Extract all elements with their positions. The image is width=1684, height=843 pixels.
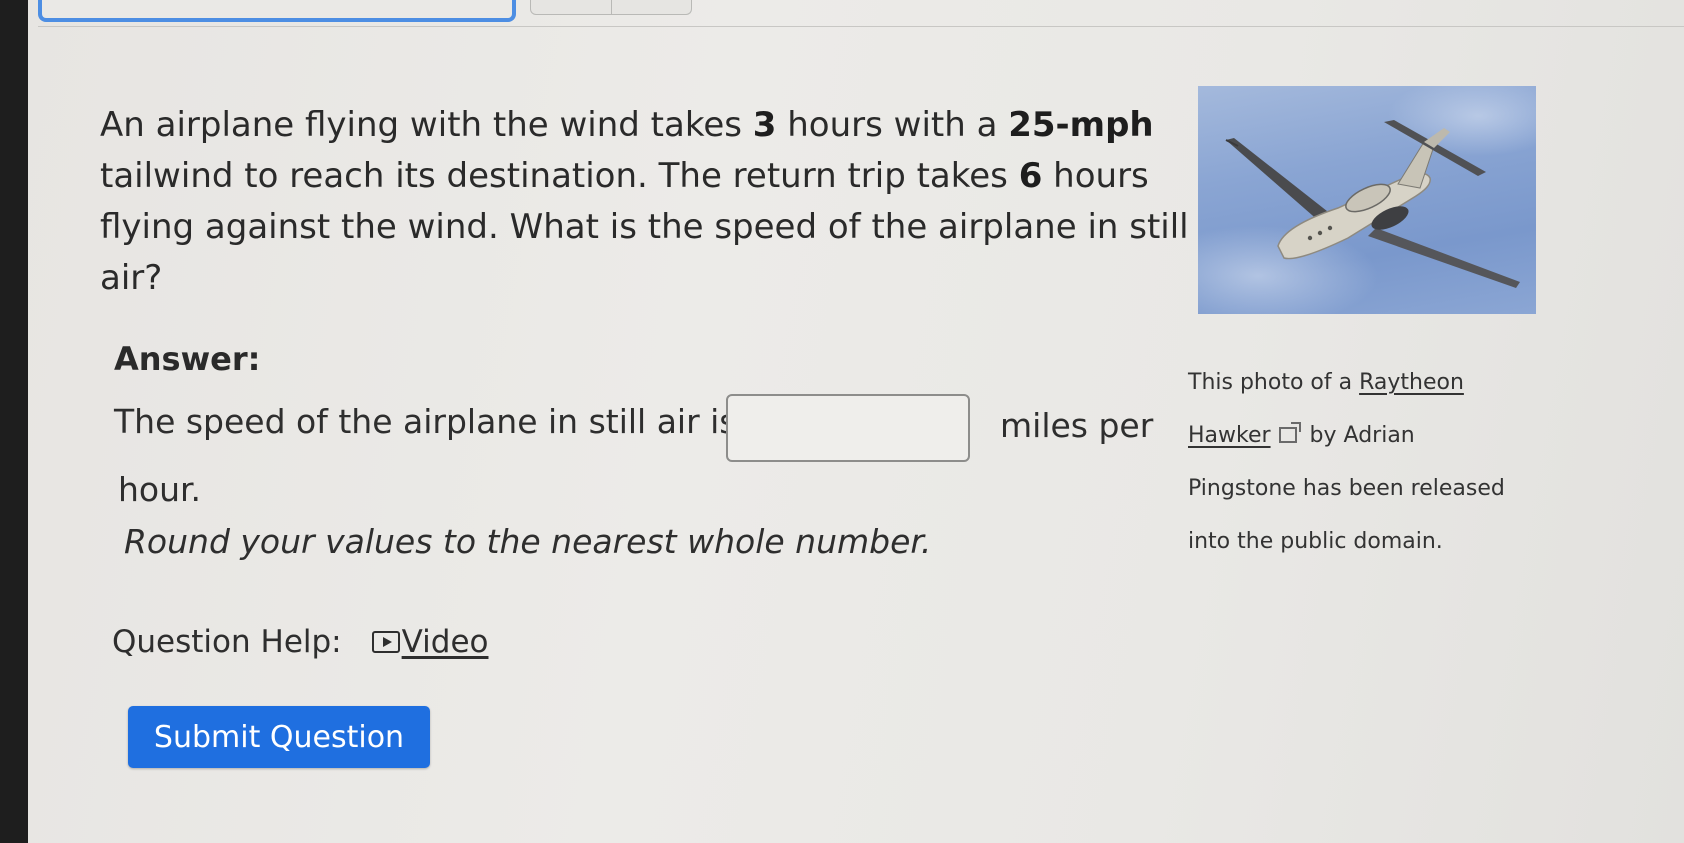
photo-credit: This photo of a Raytheon Hawker by Adria… [1188, 356, 1528, 568]
question-hours-with-wind: 3 [752, 105, 777, 145]
external-link-icon[interactable] [1278, 422, 1301, 443]
question-text-part: An airplane flying with the wind takes [100, 105, 753, 145]
submit-question-button[interactable]: Submit Question [128, 706, 430, 768]
video-help-link[interactable]: Video [371, 624, 489, 660]
rounding-note: Round your values to the nearest whole n… [124, 522, 932, 561]
speed-answer-input[interactable] [726, 394, 970, 462]
credit-line-2: Hawker by Adrian [1188, 409, 1528, 462]
answer-suffix-hour: hour. [118, 470, 202, 509]
question-text: An airplane flying with the wind takes 3… [100, 100, 1190, 304]
credit-prefix: This photo of a [1188, 370, 1360, 395]
question-tabbar [28, 0, 1684, 34]
question-wind-speed: 25-mph [1008, 105, 1154, 145]
credit-line-3: Pingstone has been released [1188, 476, 1505, 501]
question-text-part: hours with a [776, 105, 1009, 145]
tab-divider [611, 0, 612, 14]
answer-label: Answer: [114, 340, 261, 378]
video-link-label: Video [401, 624, 489, 660]
credit-by: by Adrian [1302, 423, 1415, 448]
airplane-image [1198, 86, 1536, 314]
airplane-photo [1198, 86, 1536, 314]
question-nav-tabs[interactable] [530, 0, 692, 15]
answer-prefix: The speed of the airplane in still air i… [114, 402, 737, 441]
question-hours-against-wind: 6 [1018, 156, 1043, 196]
credit-line-1: This photo of a Raytheon [1188, 356, 1528, 409]
active-question-tab[interactable] [38, 0, 516, 22]
raytheon-hawker-link-cont[interactable]: Hawker [1188, 423, 1271, 448]
credit-line-4: into the public domain. [1188, 529, 1443, 554]
raytheon-hawker-link[interactable]: Raytheon [1359, 370, 1464, 395]
play-icon [371, 631, 400, 653]
question-help-label: Question Help: [112, 624, 342, 660]
screen: An airplane flying with the wind takes 3… [28, 0, 1684, 843]
answer-suffix: miles per [1000, 406, 1154, 445]
question-help: Question Help: Video [112, 624, 488, 660]
divider [38, 26, 1684, 27]
question-text-part: tailwind to reach its destination. The r… [100, 156, 1019, 196]
